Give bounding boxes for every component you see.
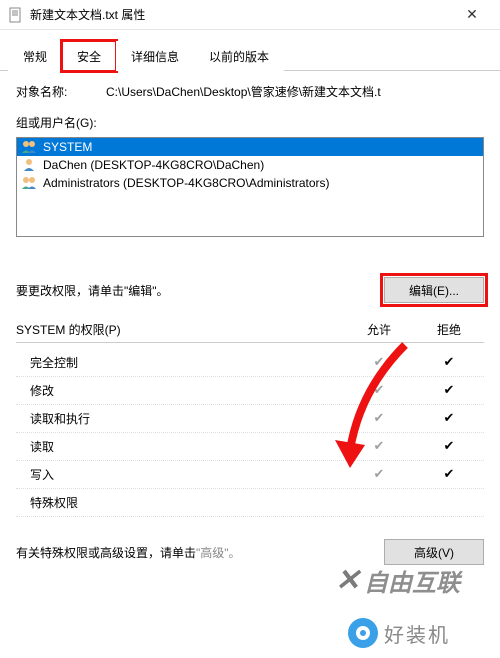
groups-label: 组或用户名(G): [16,114,484,131]
watermark-text: 自由互联 [364,563,460,598]
list-item-admins[interactable]: Administrators (DESKTOP-4KG8CRO\Administ… [17,174,483,192]
eye-icon [348,618,378,648]
empty-check [414,494,484,511]
check-icon: ✔ [414,466,484,483]
check-icon: ✔ [344,354,414,371]
perm-row: 读取 ✔ ✔ [16,433,484,461]
users-icon [21,140,39,154]
perm-name: 完全控制 [30,354,344,371]
file-icon [8,7,24,23]
tab-previous[interactable]: 以前的版本 [194,41,284,71]
watermark-brand1: ✕ 自由互联 [335,563,460,598]
check-icon: ✔ [414,438,484,455]
perm-name: 修改 [30,382,344,399]
users-icon [21,176,39,190]
check-icon: ✔ [414,354,484,371]
watermark-text: 好装机 [384,619,450,648]
advanced-gray: "高级"。 [196,546,241,560]
tab-security[interactable]: 安全 [62,41,116,71]
object-path: C:\Users\DaChen\Desktop\管家速修\新建文本文档.t [106,83,484,100]
check-icon: ✔ [414,382,484,399]
list-item-dachen[interactable]: DaChen (DESKTOP-4KG8CRO\DaChen) [17,156,483,174]
perm-row: 完全控制 ✔ ✔ [16,349,484,377]
tab-general[interactable]: 常规 [8,41,62,71]
advanced-button[interactable]: 高级(V) [384,539,484,565]
perm-deny-header: 拒绝 [414,321,484,338]
check-icon: ✔ [344,466,414,483]
list-item-label: Administrators (DESKTOP-4KG8CRO\Administ… [43,176,330,190]
perm-title: SYSTEM 的权限(P) [16,321,344,338]
perm-row: 特殊权限 [16,489,484,517]
perm-row: 读取和执行 ✔ ✔ [16,405,484,433]
x-icon: ✕ [335,563,360,598]
advanced-prefix: 有关特殊权限或高级设置，请单击 [16,546,196,560]
object-row: 对象名称: C:\Users\DaChen\Desktop\管家速修\新建文本文… [16,83,484,100]
edit-row: 要更改权限，请单击"编辑"。 编辑(E)... [16,277,484,303]
object-label: 对象名称: [16,83,106,100]
window-title: 新建文本文档.txt 属性 [30,6,452,23]
perm-name: 写入 [30,466,344,483]
check-icon: ✔ [344,382,414,399]
advanced-label: 有关特殊权限或高级设置，请单击"高级"。 [16,544,384,561]
check-icon: ✔ [344,410,414,427]
perm-rows: 完全控制 ✔ ✔ 修改 ✔ ✔ 读取和执行 ✔ ✔ 读取 ✔ ✔ 写入 ✔ ✔ … [16,349,484,517]
close-button[interactable]: ✕ [452,1,492,29]
advanced-row: 有关特殊权限或高级设置，请单击"高级"。 高级(V) [16,539,484,565]
perm-row: 写入 ✔ ✔ [16,461,484,489]
content-pane: 对象名称: C:\Users\DaChen\Desktop\管家速修\新建文本文… [0,71,500,577]
check-icon: ✔ [344,438,414,455]
edit-label: 要更改权限，请单击"编辑"。 [16,282,384,299]
tabstrip: 常规 安全 详细信息 以前的版本 [0,30,500,71]
perm-name: 读取 [30,438,344,455]
close-icon: ✕ [466,6,478,23]
watermark-brand2: 好装机 [348,618,450,648]
perm-allow-header: 允许 [344,321,414,338]
titlebar: 新建文本文档.txt 属性 ✕ [0,0,500,30]
tab-details[interactable]: 详细信息 [116,41,194,71]
users-listbox[interactable]: SYSTEM DaChen (DESKTOP-4KG8CRO\DaChen) A… [16,137,484,237]
perm-header: SYSTEM 的权限(P) 允许 拒绝 [16,321,484,343]
perm-name: 读取和执行 [30,410,344,427]
list-item-label: DaChen (DESKTOP-4KG8CRO\DaChen) [43,158,264,172]
edit-button[interactable]: 编辑(E)... [384,277,484,303]
check-icon: ✔ [414,410,484,427]
user-icon [21,158,39,172]
list-item-label: SYSTEM [43,140,92,154]
perm-row: 修改 ✔ ✔ [16,377,484,405]
empty-check [344,494,414,511]
perm-name: 特殊权限 [30,494,344,511]
list-item-system[interactable]: SYSTEM [17,138,483,156]
